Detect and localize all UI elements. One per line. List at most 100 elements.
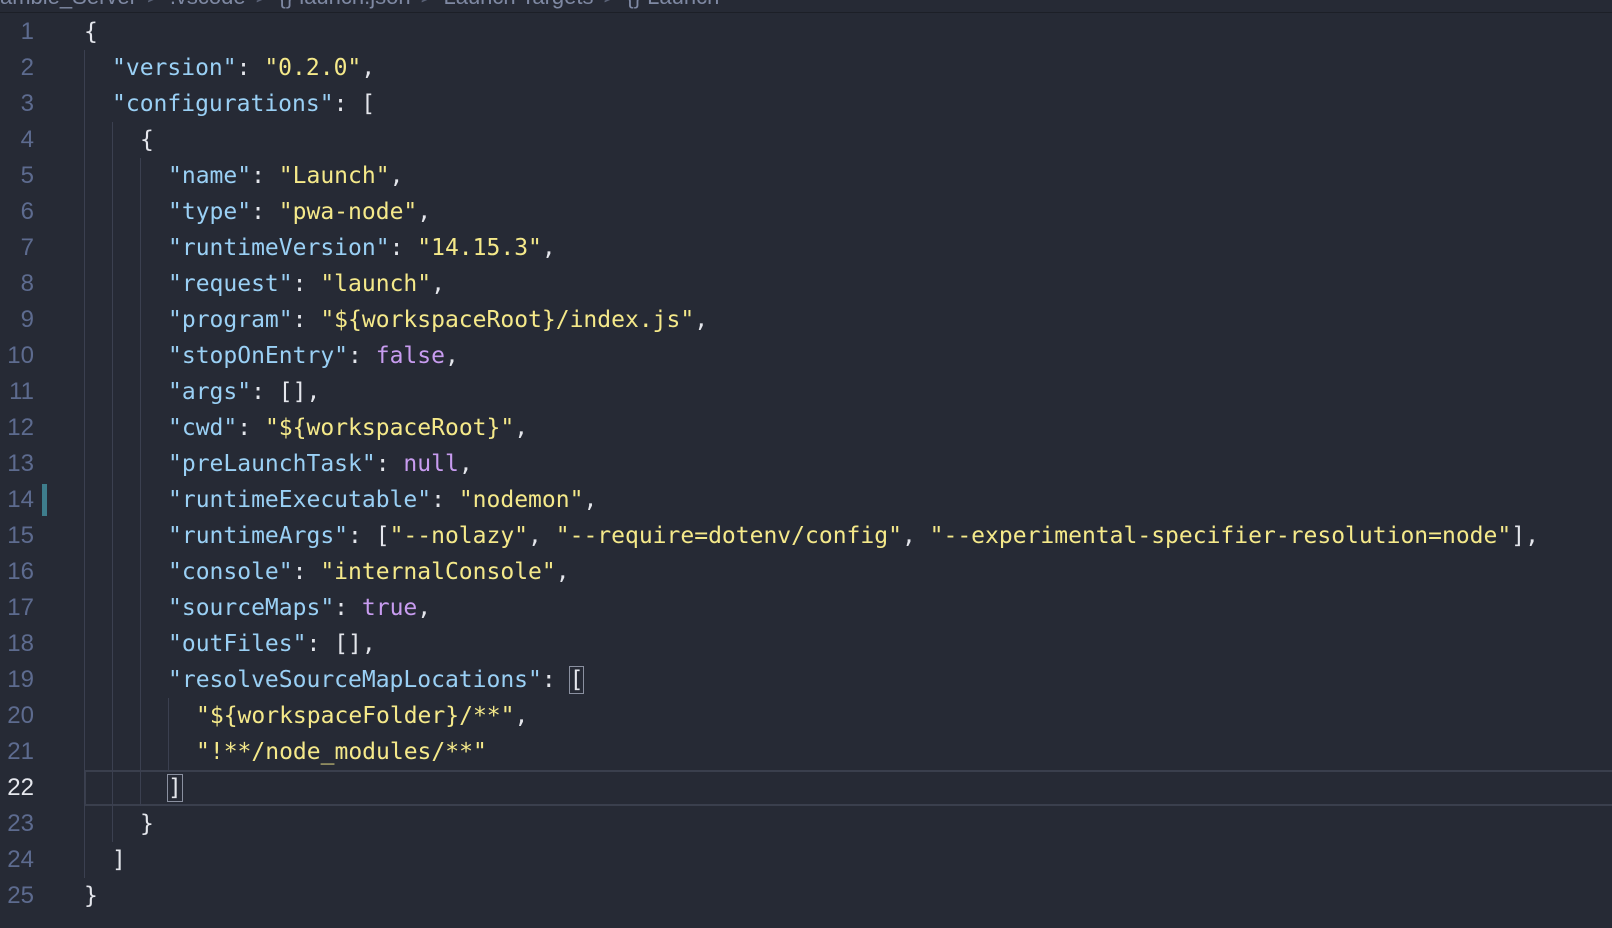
code-token: false	[375, 343, 445, 369]
code-line[interactable]: 21 "!**/node_modules/**"	[0, 734, 1612, 770]
line-text: "${workspaceFolder}/**",	[196, 698, 528, 734]
code-line[interactable]: 6 "type": "pwa-node",	[0, 194, 1612, 230]
line-text: "outFiles": [],	[168, 626, 376, 662]
indent-guide	[112, 446, 113, 482]
breadcrumb-item[interactable]: .vscode	[170, 0, 246, 9]
indent-guide	[112, 554, 113, 590]
line-number: 10	[7, 342, 34, 369]
code-line[interactable]: 22]	[0, 770, 1612, 806]
code-line[interactable]: 12 "cwd": "${workspaceRoot}",	[0, 410, 1612, 446]
code-token: "--nolazy"	[389, 523, 529, 549]
code-token: ,	[389, 163, 404, 189]
code-line[interactable]: 11 "args": [],	[0, 374, 1612, 410]
indent-guide	[84, 338, 85, 374]
code-token: ,	[417, 199, 432, 225]
breadcrumb-item[interactable]: ambie_Server	[0, 0, 137, 9]
line-number: 23	[7, 810, 34, 837]
code-token: :	[431, 487, 459, 513]
modified-line-indicator[interactable]	[42, 484, 47, 516]
code-token: ,	[694, 307, 709, 333]
line-number: 21	[7, 738, 34, 765]
code-line[interactable]: 14 "runtimeExecutable": "nodemon",	[0, 482, 1612, 518]
code-area[interactable]: 1{2 "version": "0.2.0", 3 "configurations":…	[0, 14, 1612, 914]
code-line[interactable]: 9 "program": "${workspaceRoot}/index.js",	[0, 302, 1612, 338]
code-line[interactable]: 13 "preLaunchTask": null,	[0, 446, 1612, 482]
indent-guide	[112, 374, 113, 410]
code-line[interactable]: 2 "version": "0.2.0",	[0, 50, 1612, 86]
code-token: ,	[514, 415, 529, 441]
indent-guide	[168, 734, 169, 770]
code-line[interactable]: 24]	[0, 842, 1612, 878]
indent-guide	[84, 122, 85, 158]
code-line[interactable]: 7 "runtimeVersion": "14.15.3",	[0, 230, 1612, 266]
indent-guide	[84, 770, 85, 806]
code-token: "Launch"	[278, 163, 390, 189]
indent-guide	[140, 302, 141, 338]
indent-guide	[84, 158, 85, 194]
line-number: 4	[20, 126, 34, 153]
breadcrumb-item[interactable]: {} launch.json	[279, 0, 411, 9]
code-token: "nodemon"	[458, 487, 584, 513]
code-editor[interactable]: ambie_Server > .vscode > {} launch.json > Laun…	[0, 0, 1612, 928]
code-token: "14.15.3"	[417, 235, 542, 261]
code-token: :	[292, 307, 321, 333]
indent-guide	[140, 590, 141, 626]
line-number: 3	[20, 90, 34, 117]
code-token: "internalConsole"	[320, 559, 556, 585]
line-number: 20	[7, 702, 34, 729]
indent-guide	[84, 410, 85, 446]
breadcrumb-item[interactable]: {} Launch	[626, 0, 719, 9]
line-number: 22	[7, 774, 34, 801]
code-line[interactable]: 3 "configurations": [	[0, 86, 1612, 122]
code-token: ]	[112, 847, 126, 873]
line-number: 24	[7, 846, 34, 873]
indent-guide	[112, 770, 113, 806]
indent-guide	[140, 698, 141, 734]
code-line[interactable]: 10 "stopOnEntry": false,	[0, 338, 1612, 374]
code-line[interactable]: 5 "name": "Launch",	[0, 158, 1612, 194]
indent-guide	[84, 734, 85, 770]
code-token: "${workspaceFolder}/**"	[196, 703, 515, 729]
code-line[interactable]: 23}	[0, 806, 1612, 842]
code-token: "type"	[168, 199, 252, 225]
code-token: :	[292, 271, 321, 297]
code-token: "--require=dotenv/config"	[555, 523, 902, 549]
indent-guide	[84, 374, 85, 410]
code-line[interactable]: 8 "request": "launch",	[0, 266, 1612, 302]
line-text: }	[84, 878, 98, 914]
line-number: 6	[20, 198, 34, 225]
indent-guide	[84, 86, 85, 122]
code-token: ,	[555, 559, 570, 585]
indent-guide	[112, 194, 113, 230]
line-number: 12	[7, 414, 34, 441]
line-text: }	[140, 806, 154, 842]
code-token: "sourceMaps"	[168, 595, 335, 621]
code-line[interactable]: 25}	[0, 878, 1612, 914]
code-line[interactable]: 15 "runtimeArgs": ["--nolazy", "--require…	[0, 518, 1612, 554]
line-text: "sourceMaps": true,	[168, 590, 431, 626]
line-number: 9	[20, 306, 34, 333]
code-line[interactable]: 20 "${workspaceFolder}/**",	[0, 698, 1612, 734]
code-token: :	[334, 595, 362, 621]
indent-guide	[84, 518, 85, 554]
breadcrumb-separator: >	[256, 0, 269, 9]
indent-guide	[84, 446, 85, 482]
line-text: "runtimeVersion": "14.15.3",	[168, 230, 556, 266]
breadcrumb-item[interactable]: Launch Targets	[443, 0, 593, 9]
indent-guide	[112, 590, 113, 626]
code-line[interactable]: 17 "sourceMaps": true,	[0, 590, 1612, 626]
indent-guide	[84, 194, 85, 230]
indent-guide	[140, 158, 141, 194]
indent-guide	[112, 338, 113, 374]
code-line[interactable]: 4{	[0, 122, 1612, 158]
code-line[interactable]: 16 "console": "internalConsole",	[0, 554, 1612, 590]
code-token: ,	[583, 487, 598, 513]
line-text: "configurations": [	[112, 86, 375, 122]
code-token: ,	[514, 703, 529, 729]
code-line[interactable]: 18 "outFiles": [],	[0, 626, 1612, 662]
code-line[interactable]: 1{	[0, 14, 1612, 50]
code-token: ,	[458, 451, 473, 477]
code-token: "!**/node_modules/**"	[196, 739, 487, 765]
code-line[interactable]: 19 "resolveSourceMapLocations": [	[0, 662, 1612, 698]
line-text: "cwd": "${workspaceRoot}",	[168, 410, 528, 446]
